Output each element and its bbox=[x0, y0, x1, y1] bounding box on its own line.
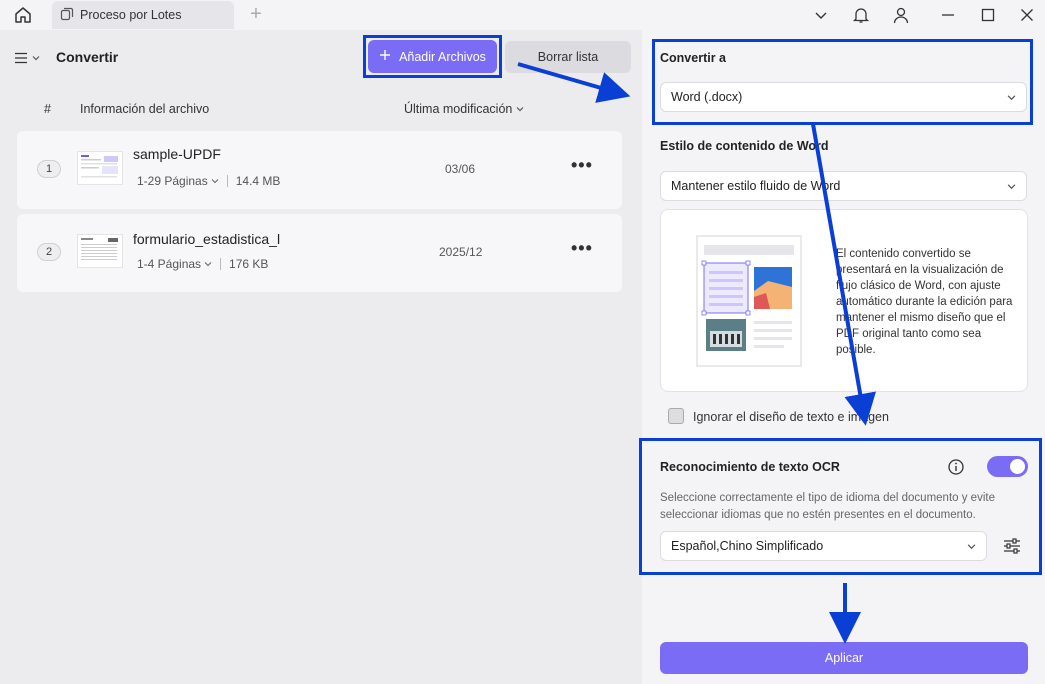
annotation-arrows bbox=[517, 62, 877, 644]
